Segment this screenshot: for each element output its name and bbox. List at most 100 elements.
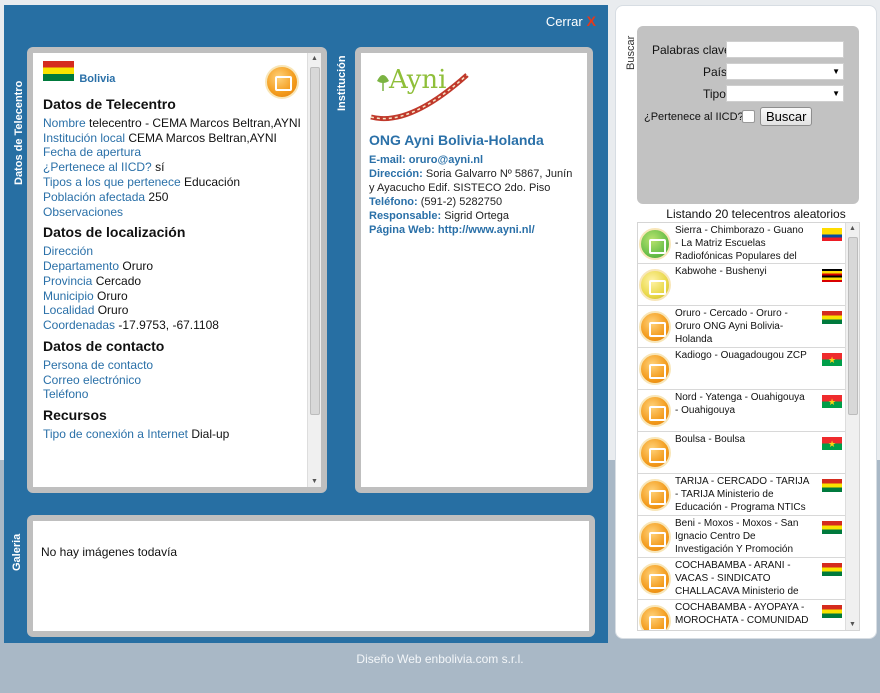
- telecentro-icon: [639, 479, 671, 511]
- list-scrollbar[interactable]: ▲ ▼: [845, 223, 859, 630]
- list-item[interactable]: COCHABAMBA - ARANI - VACAS - SINDICATO C…: [638, 558, 846, 600]
- list-item[interactable]: Nord - Yatenga - Ouahigouya - Ouahigouya: [638, 390, 846, 432]
- inst-email-link[interactable]: oruro@ayni.nl: [409, 154, 483, 166]
- search-form: Palabras clave País ▼ Tipo ▼ ¿Pertenece …: [637, 26, 859, 204]
- country-flag-icon: [822, 311, 842, 324]
- institucion-name: ONG Ayni Bolivia-Holanda: [369, 132, 544, 148]
- country-flag-icon: [822, 605, 842, 618]
- galeria-section-label: Galeria: [11, 533, 23, 571]
- bolivia-flag-icon: [43, 61, 74, 81]
- tipo-select[interactable]: ▼: [726, 85, 844, 102]
- pais-select[interactable]: ▼: [726, 63, 844, 80]
- telecentro-type-icon: [265, 65, 299, 99]
- list-item[interactable]: TARIJA - CERCADO - TARIJA - TARIJA Minis…: [638, 474, 846, 516]
- list-item-text: Oruro - Cercado - Oruro - Oruro ONG Ayni…: [675, 308, 788, 345]
- list-item-text: TARIJA - CERCADO - TARIJA - TARIJA Minis…: [675, 476, 809, 513]
- conexion-label: Tipo de conexión a Internet: [43, 426, 188, 441]
- inst-telefono-value: (591-2) 5282750: [420, 196, 503, 208]
- telecentro-icon: [639, 269, 671, 301]
- country-flag-icon: [822, 353, 842, 367]
- institucion-section-label: Institución: [336, 55, 348, 111]
- inst-responsable-label: Responsable:: [369, 210, 442, 222]
- list-item-text: COCHABAMBA - AYOPAYA - MOROCHATA - COMUN…: [675, 602, 809, 626]
- telefono-label: Teléfono: [43, 387, 89, 402]
- list-item[interactable]: COCHABAMBA - AYOPAYA - MOROCHATA - COMUN…: [638, 600, 846, 630]
- list-scroll-thumb[interactable]: [848, 237, 858, 415]
- telecentro-icon: [639, 437, 671, 469]
- list-item-text: COCHABAMBA - ARANI - VACAS - SINDICATO C…: [675, 560, 799, 597]
- datos-content: Bolivia Datos de Telecentro Nombre telec…: [33, 53, 321, 450]
- ayni-logo: Ayni: [369, 67, 469, 123]
- provincia-label: Provincia: [43, 273, 93, 288]
- list-item[interactable]: Boulsa - Boulsa: [638, 432, 846, 474]
- institucion-card: Ayni ONG Ayni Bolivia-Holanda E-mail: or…: [355, 47, 593, 493]
- telecentro-icon: [639, 311, 671, 343]
- search-sidebar: Buscar Palabras clave País ▼ Tipo ▼ ¿Per…: [615, 5, 877, 639]
- telecentro-list: Sierra - Chimborazo - Guano - La Matriz …: [637, 222, 860, 631]
- section-title-telecentro: Datos de Telecentro: [43, 96, 176, 112]
- inst-web-label: Página Web:: [369, 224, 435, 236]
- nombre-label: Nombre: [43, 115, 86, 130]
- persona-label: Persona de contacto: [43, 357, 154, 372]
- telecentro-icon: [639, 353, 671, 385]
- list-title: Listando 20 telecentros aleatorios: [666, 207, 846, 221]
- departamento-label: Departamento: [43, 258, 120, 273]
- tipos-label: Tipos a los que pertenece: [43, 174, 181, 189]
- coordenadas-value: -17.9753, -67.1108: [118, 318, 219, 333]
- telecentro-detail-panel: Cerrar X Datos de Telecentro Institución …: [4, 5, 608, 643]
- keywords-input[interactable]: [726, 41, 844, 58]
- country-flag-icon: [822, 228, 842, 241]
- municipio-value: Oruro: [97, 288, 128, 303]
- section-title-localizacion: Datos de localización: [43, 224, 186, 241]
- direccion-label: Dirección: [43, 244, 94, 259]
- inst-responsable-value: Sigrid Ortega: [444, 210, 510, 222]
- list-item-text: Nord - Yatenga - Ouahigouya - Ouahigouya: [675, 392, 805, 416]
- ayni-logo-text: Ayni: [389, 65, 447, 95]
- localidad-label: Localidad: [43, 303, 95, 318]
- provincia-value: Cercado: [95, 273, 142, 288]
- iicd-filter-label: ¿Pertenece al IICD?: [644, 111, 744, 123]
- list-item[interactable]: Sierra - Chimborazo - Guano - La Matriz …: [638, 223, 846, 264]
- list-item[interactable]: Beni - Moxos - Moxos - San Ignacio Centr…: [638, 516, 846, 558]
- close-icon: X: [586, 13, 596, 29]
- chevron-down-icon: ▼: [832, 67, 840, 76]
- scroll-up-icon: ▲: [311, 55, 318, 62]
- country-flag-icon: [822, 395, 842, 409]
- datos-scroll-thumb[interactable]: [310, 67, 320, 415]
- observaciones-label: Observaciones: [43, 204, 124, 219]
- close-button[interactable]: Cerrar X: [546, 13, 596, 29]
- list-item-text: Beni - Moxos - Moxos - San Ignacio Centr…: [675, 518, 799, 555]
- country-flag-icon: [822, 269, 842, 282]
- pais-label: País: [703, 65, 728, 79]
- country-link[interactable]: Bolivia: [79, 73, 115, 85]
- buscar-button[interactable]: Buscar: [760, 107, 813, 126]
- inst-web-link[interactable]: http://www.ayni.nl/: [438, 224, 535, 236]
- departamento-value: Oruro: [122, 258, 154, 273]
- scroll-up-icon: ▲: [849, 225, 856, 232]
- inst-direccion-label: Dirección:: [369, 168, 423, 180]
- correo-label: Correo electrónico: [43, 372, 142, 387]
- coordenadas-label: Coordenadas: [43, 318, 116, 333]
- section-title-contacto: Datos de contacto: [43, 337, 165, 354]
- list-item[interactable]: Kadiogo - Ouagadougou ZCP: [638, 348, 846, 390]
- inst-telefono-label: Teléfono:: [369, 196, 418, 208]
- telecentro-icon: [639, 395, 671, 427]
- footer-credit: Diseño Web enbolivia.com s.r.l.: [356, 652, 524, 666]
- section-title-recursos: Recursos: [43, 407, 107, 424]
- list-item-text: Sierra - Chimborazo - Guano - La Matriz …: [675, 225, 804, 262]
- telecentro-icon: [639, 521, 671, 553]
- list-item-text: Kabwohe - Bushenyi: [675, 266, 767, 277]
- chevron-down-icon: ▼: [832, 89, 840, 98]
- scroll-down-icon: ▼: [311, 478, 318, 485]
- galeria-card: No hay imágenes todavía: [27, 515, 595, 637]
- telecentro-icon: [639, 605, 671, 630]
- buscar-section-label: Buscar: [625, 35, 637, 70]
- municipio-label: Municipio: [43, 288, 94, 303]
- list-item[interactable]: Kabwohe - Bushenyi: [638, 264, 846, 306]
- list-item[interactable]: Oruro - Cercado - Oruro - Oruro ONG Ayni…: [638, 306, 846, 348]
- country-flag-icon: [822, 521, 842, 534]
- iicd-value: sí: [155, 160, 165, 175]
- iicd-checkbox[interactable]: [742, 110, 755, 123]
- datos-scrollbar[interactable]: ▲ ▼: [307, 53, 321, 487]
- institucion-value: CEMA Marcos Beltran,AYNI: [128, 130, 277, 145]
